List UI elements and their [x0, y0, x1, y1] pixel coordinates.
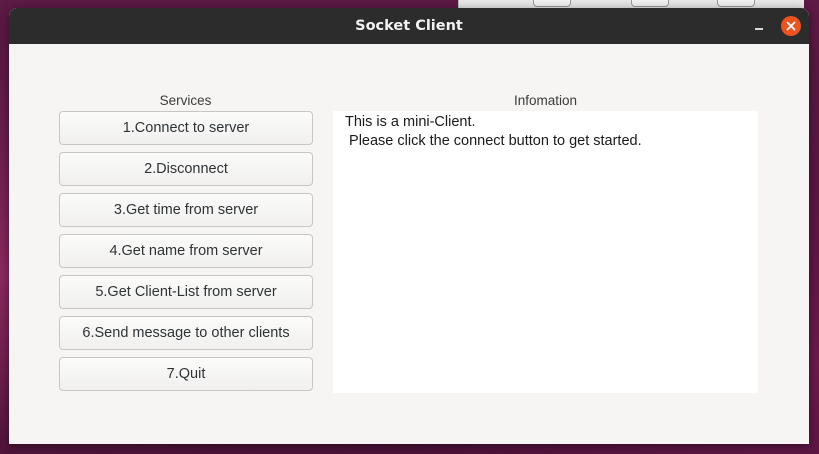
background-window-control	[717, 0, 755, 7]
information-line: This is a mini-Client.	[345, 114, 476, 130]
send-message-button[interactable]: 6.Send message to other clients	[59, 316, 313, 350]
disconnect-button[interactable]: 2.Disconnect	[59, 152, 313, 186]
socket-client-window: Socket Client Services Infomation 1.Conn…	[9, 8, 809, 444]
title-bar[interactable]: Socket Client	[9, 8, 809, 44]
background-window	[458, 0, 804, 8]
services-label: Services	[159, 93, 212, 108]
information-text-area[interactable]: This is a mini-Client. Please click the …	[333, 111, 758, 393]
close-icon[interactable]	[781, 16, 801, 36]
information-line: Please click the connect button to get s…	[345, 133, 642, 149]
get-client-list-button[interactable]: 5.Get Client-List from server	[59, 275, 313, 309]
connect-button[interactable]: 1.Connect to server	[59, 111, 313, 145]
window-title: Socket Client	[355, 18, 463, 34]
quit-button[interactable]: 7.Quit	[59, 357, 313, 391]
get-name-button[interactable]: 4.Get name from server	[59, 234, 313, 268]
information-label: Infomation	[513, 93, 578, 108]
get-time-button[interactable]: 3.Get time from server	[59, 193, 313, 227]
background-window-control	[533, 0, 571, 7]
minimize-icon[interactable]	[751, 18, 767, 34]
background-window-control	[631, 0, 669, 7]
